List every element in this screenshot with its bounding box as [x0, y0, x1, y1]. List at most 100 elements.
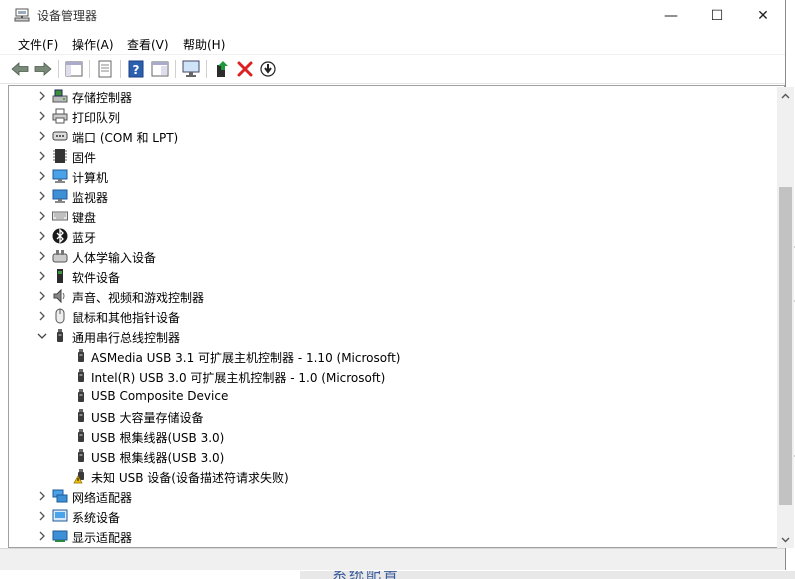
tree-item-label: 鼠标和其他指针设备	[72, 311, 181, 325]
tree-device[interactable]: USB 根集线器(USB 3.0)	[9, 426, 769, 446]
forward-icon	[34, 62, 52, 76]
tree-category[interactable]: 系统设备	[9, 506, 769, 526]
computer-icon	[52, 169, 68, 183]
system-device-icon	[52, 509, 68, 522]
properties-icon	[98, 60, 112, 78]
software-device-icon	[57, 269, 63, 283]
help-button[interactable]: ?	[126, 59, 146, 79]
maximize-button[interactable]: ☐	[694, 0, 740, 31]
tree-category[interactable]: 端口 (COM 和 LPT)	[9, 126, 769, 146]
tree-category[interactable]: 显示适配器	[9, 526, 769, 546]
help-icon: ?	[128, 60, 144, 78]
chevron-right-icon[interactable]	[37, 230, 47, 242]
tree-category[interactable]: 通用串行总线控制器	[9, 326, 769, 346]
tree-item-label: 声音、视频和游戏控制器	[72, 291, 205, 305]
tree-item-label: Intel(R) USB 3.0 可扩展主机控制器 - 1.0 (Microso…	[91, 371, 386, 385]
chevron-right-icon[interactable]	[37, 90, 47, 102]
chevron-right-icon[interactable]	[37, 190, 47, 202]
tree-category[interactable]: 固件	[9, 146, 769, 166]
chevron-right-icon[interactable]	[37, 150, 47, 162]
tree-device[interactable]: USB 根集线器(USB 3.0)	[9, 446, 769, 466]
tree-item-label: 未知 USB 设备(设备描述符请求失败)	[91, 471, 289, 485]
vertical-scrollbar[interactable]	[777, 87, 794, 548]
tree-item-label: 蓝牙	[72, 231, 97, 245]
console-tree-button[interactable]	[64, 59, 84, 79]
uninstall-device-button[interactable]	[235, 59, 255, 79]
scan-hardware-icon	[182, 60, 200, 77]
usb-warning-icon	[73, 469, 84, 484]
close-icon: ✕	[757, 7, 769, 24]
monitor-icon	[52, 189, 68, 203]
tree-category[interactable]: 声音、视频和游戏控制器	[9, 286, 769, 306]
tree-category[interactable]: 打印队列	[9, 106, 769, 126]
usb-icon	[78, 449, 84, 462]
tree-item-label: USB 大容量存储设备	[91, 411, 204, 425]
disable-device-button[interactable]	[258, 59, 278, 79]
device-manager-window: 设备管理器 — ☐ ✕ 文件(F) 操作(A) 查看(V) 帮助(H) ? 存储…	[0, 0, 794, 570]
chevron-right-icon[interactable]	[37, 250, 47, 262]
chevron-down-icon[interactable]	[37, 330, 47, 342]
menu-action[interactable]: 操作(A)	[72, 36, 114, 53]
window-title: 设备管理器	[37, 9, 98, 23]
tree-category[interactable]: 计算机	[9, 166, 769, 186]
chevron-right-icon[interactable]	[37, 530, 47, 542]
tree-device[interactable]: 未知 USB 设备(设备描述符请求失败)	[9, 466, 769, 486]
view-icon	[151, 61, 169, 77]
view-button[interactable]	[150, 59, 170, 79]
back-icon	[11, 62, 29, 76]
menu-file[interactable]: 文件(F)	[18, 36, 58, 53]
tree-device[interactable]: Intel(R) USB 3.0 可扩展主机控制器 - 1.0 (Microso…	[9, 366, 769, 386]
usb-icon	[78, 389, 84, 402]
network-adapter-icon	[52, 489, 68, 503]
title-bar[interactable]: 设备管理器 — ☐ ✕	[0, 0, 785, 31]
firmware-icon	[53, 149, 67, 163]
tree-category[interactable]: 蓝牙	[9, 226, 769, 246]
tree-category[interactable]: 软件设备	[9, 266, 769, 286]
speaker-icon	[53, 288, 65, 304]
chevron-right-icon[interactable]	[37, 130, 47, 142]
background-partial-text: 系统配置	[332, 571, 400, 579]
chevron-right-icon[interactable]	[37, 290, 47, 302]
menu-view[interactable]: 查看(V)	[127, 36, 169, 53]
scroll-thumb[interactable]	[779, 187, 792, 505]
tree-category[interactable]: 人体学输入设备	[9, 246, 769, 266]
uninstall-icon	[237, 61, 253, 77]
close-button[interactable]: ✕	[740, 0, 786, 31]
toolbar: ?	[0, 54, 785, 84]
tree-item-label: 网络适配器	[72, 491, 133, 505]
menu-help[interactable]: 帮助(H)	[183, 36, 225, 53]
tree-category[interactable]: 键盘	[9, 206, 769, 226]
chevron-right-icon[interactable]	[37, 310, 47, 322]
chevron-right-icon[interactable]	[37, 110, 47, 122]
chevron-right-icon[interactable]	[37, 270, 47, 282]
forward-button[interactable]	[33, 59, 53, 79]
console-tree-icon	[65, 61, 83, 77]
properties-button[interactable]	[95, 59, 115, 79]
tree-item-label: 通用串行总线控制器	[72, 331, 181, 345]
minimize-button[interactable]: —	[648, 0, 694, 31]
device-manager-app-icon	[14, 8, 30, 22]
back-button[interactable]	[10, 59, 30, 79]
chevron-right-icon[interactable]	[37, 170, 47, 182]
tree-device[interactable]: USB Composite Device	[9, 386, 769, 406]
tree-category[interactable]: 鼠标和其他指针设备	[9, 306, 769, 326]
usb-icon	[78, 429, 84, 442]
scan-hardware-button[interactable]	[181, 59, 201, 79]
tree-category[interactable]: 存储控制器	[9, 86, 769, 106]
tree-device[interactable]: USB 大容量存储设备	[9, 406, 769, 426]
chevron-right-icon[interactable]	[37, 210, 47, 222]
scroll-down-button[interactable]	[777, 531, 794, 548]
tree-item-label: 显示适配器	[72, 531, 133, 545]
scroll-up-button[interactable]	[777, 87, 794, 104]
tree-item-label: 打印队列	[72, 111, 121, 125]
chevron-right-icon[interactable]	[37, 490, 47, 502]
tree-item-label: 键盘	[72, 211, 97, 225]
device-tree[interactable]: 存储控制器打印队列端口 (COM 和 LPT) 固件 计算机 监视器键盘蓝牙 人体学输入…	[8, 85, 794, 548]
chevron-right-icon[interactable]	[37, 510, 47, 522]
update-driver-button[interactable]	[212, 59, 232, 79]
tree-category[interactable]: 监视器	[9, 186, 769, 206]
tree-device[interactable]: ASMedia USB 3.1 可扩展主机控制器 - 1.10 (Microso…	[9, 346, 769, 366]
tree-item-label: 端口 (COM 和 LPT)	[72, 131, 179, 145]
chevron-down-icon	[781, 537, 790, 542]
tree-category[interactable]: 网络适配器	[9, 486, 769, 506]
